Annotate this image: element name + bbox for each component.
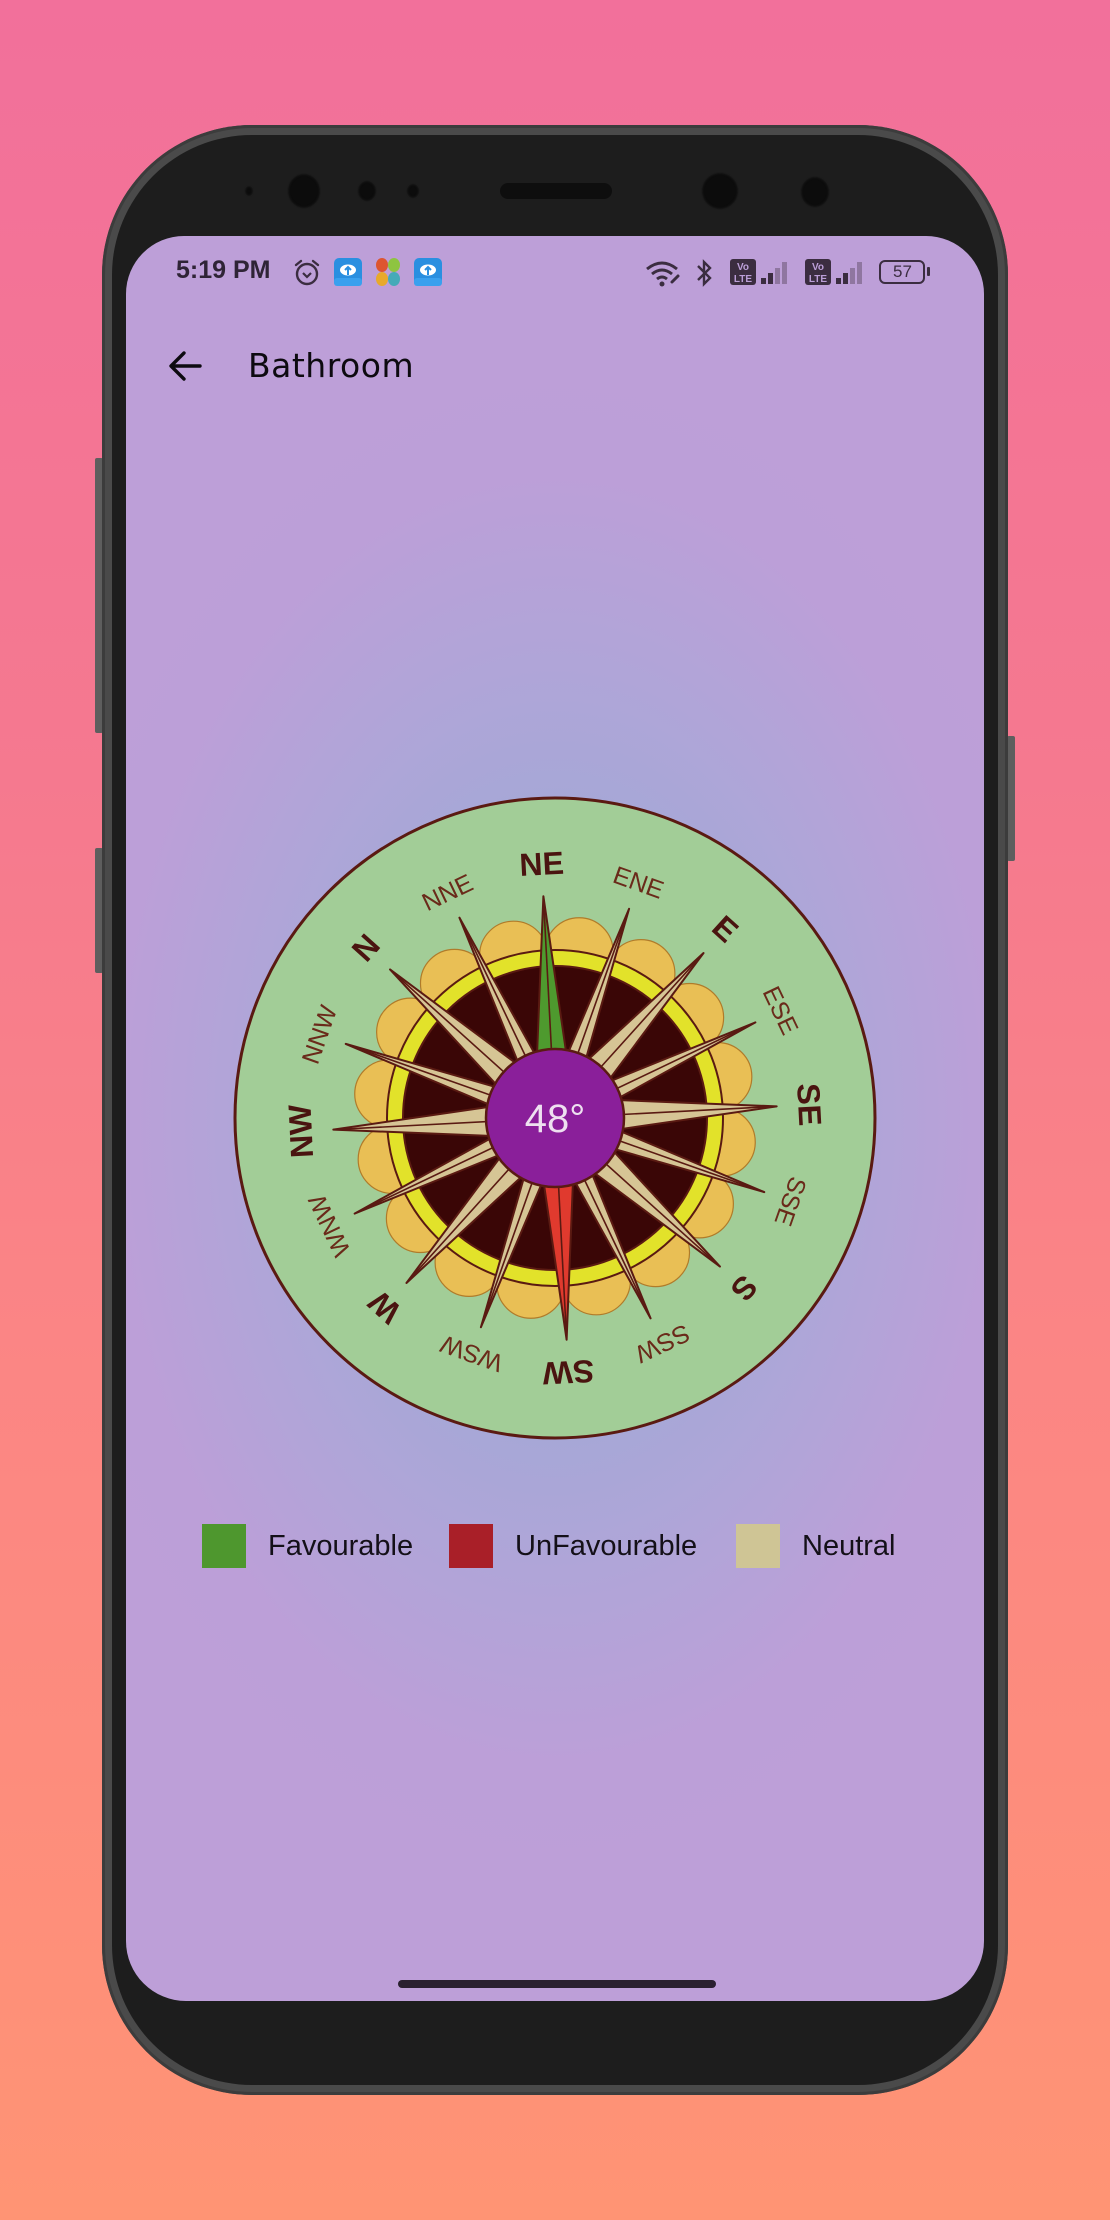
proximity-sensor bbox=[244, 185, 254, 197]
home-indicator[interactable] bbox=[398, 1980, 716, 1988]
volte-icon: Vo LTE bbox=[805, 259, 831, 285]
svg-text:Vo: Vo bbox=[737, 262, 749, 273]
direction-label-nw: NW bbox=[281, 1103, 320, 1159]
arrow-left-icon[interactable] bbox=[164, 344, 208, 388]
app-bar: Bathroom bbox=[126, 326, 984, 406]
battery-icon: 57 bbox=[879, 260, 930, 284]
cloud-upload-app-icon bbox=[414, 258, 442, 286]
status-time: 5:19 PM bbox=[176, 256, 271, 284]
legend-label: UnFavourable bbox=[515, 1529, 698, 1562]
direction-label-ne: NE bbox=[519, 845, 565, 883]
front-camera-secondary bbox=[701, 172, 739, 210]
legend: Favourable UnFavourable Neutral bbox=[126, 1523, 984, 1573]
volte-icon: Vo LTE bbox=[730, 259, 756, 285]
legend-swatch-favourable bbox=[202, 1524, 246, 1568]
flower-app-icon bbox=[376, 258, 400, 286]
svg-text:LTE: LTE bbox=[809, 274, 827, 285]
vastu-compass[interactable]: 48° N NNE NE ENE E ESE SE SSE S SSW SW WSW W WNW NW NNW bbox=[226, 792, 884, 1444]
legend-swatch-neutral bbox=[736, 1524, 780, 1568]
direction-label-sw: SW bbox=[541, 1353, 595, 1392]
sensor-dot bbox=[800, 176, 830, 208]
legend-item-favourable: Favourable bbox=[202, 1523, 413, 1569]
front-camera bbox=[287, 173, 321, 209]
signal-icon bbox=[761, 262, 787, 284]
legend-label: Neutral bbox=[802, 1529, 896, 1562]
battery-level: 57 bbox=[893, 262, 912, 281]
cloud-upload-app-icon bbox=[334, 258, 362, 286]
page-title: Bathroom bbox=[248, 346, 415, 385]
legend-swatch-unfavourable bbox=[449, 1524, 493, 1568]
legend-item-unfavourable: UnFavourable bbox=[449, 1523, 697, 1569]
heading-readout: 48° bbox=[525, 1097, 586, 1141]
status-bar: 5:19 PM Vo LTE Vo LTE 57 bbox=[126, 236, 984, 306]
side-key bbox=[1007, 736, 1015, 861]
sensor-dot bbox=[406, 183, 420, 199]
bluetooth-icon bbox=[697, 259, 712, 287]
signal-icon bbox=[836, 262, 862, 284]
legend-label: Favourable bbox=[268, 1529, 414, 1562]
direction-label-se: SE bbox=[790, 1082, 828, 1127]
wifi-icon bbox=[646, 261, 680, 287]
legend-item-neutral: Neutral bbox=[736, 1523, 896, 1569]
earpiece-speaker bbox=[500, 183, 612, 199]
sensor-dot bbox=[357, 180, 377, 202]
svg-text:Vo: Vo bbox=[812, 262, 824, 273]
alarm-icon bbox=[294, 259, 320, 286]
screen: 5:19 PM Vo LTE Vo LTE 57 Bathroom 48° N … bbox=[126, 236, 984, 2001]
compass-dial[interactable]: 48°NNNENE ENEEESESESSESSSWSWWSWWWNWNWNNW bbox=[226, 792, 884, 1444]
svg-text:LTE: LTE bbox=[734, 274, 752, 285]
